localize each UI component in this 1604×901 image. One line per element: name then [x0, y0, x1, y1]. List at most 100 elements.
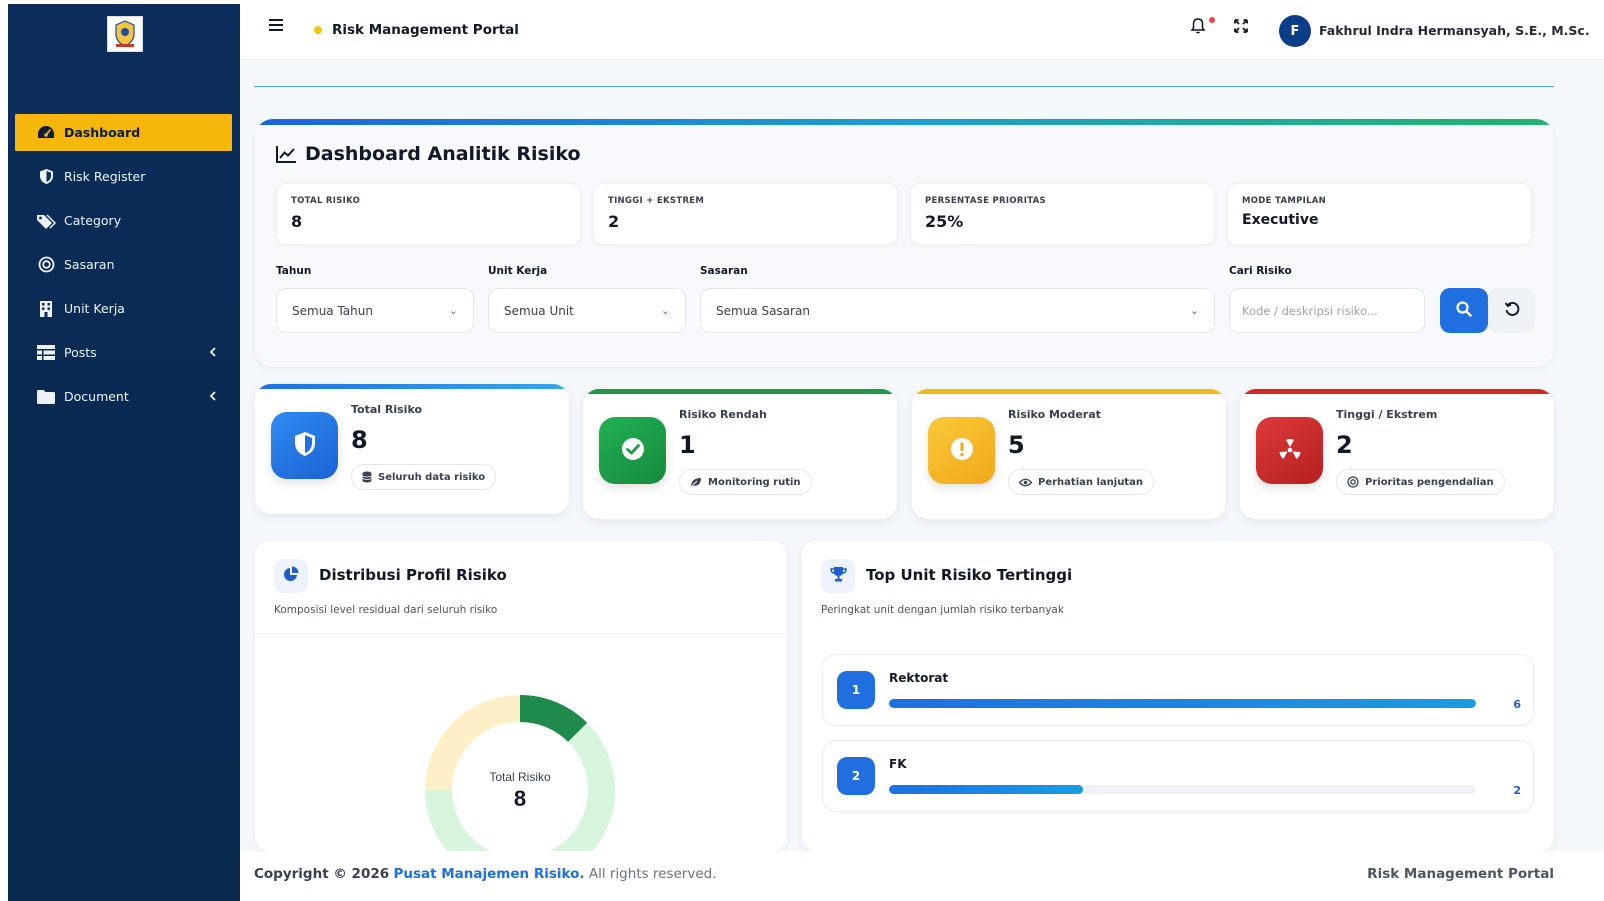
copyright-prefix: Copyright © 2026 [254, 866, 390, 882]
tahun-select[interactable]: Semua Tahun ⌄ [276, 288, 474, 333]
sidebar-item-document[interactable]: Document [15, 378, 232, 415]
reset-button[interactable] [1488, 288, 1535, 333]
chevron-down-icon: ⌄ [660, 304, 670, 317]
pie-chart-icon [283, 566, 299, 586]
bullseye-icon [1347, 476, 1359, 488]
list-item[interactable]: 1 Rektorat 6 [822, 654, 1534, 726]
sidebar-item-posts[interactable]: Posts [15, 334, 232, 371]
sidebar-item-label: Dashboard [64, 125, 141, 140]
kpi-chip-text: Seluruh data risiko [378, 471, 486, 483]
building-icon [36, 300, 56, 318]
eye-icon [1019, 478, 1032, 487]
search-label: Cari Risiko [1229, 265, 1292, 277]
panel-subtitle: Komposisi level residual dari seluruh ri… [274, 604, 498, 616]
progress-fill [889, 785, 1083, 794]
kpi-value: 5 [1008, 431, 1025, 459]
user-name[interactable]: Fakhrul Indra Hermansyah, S.E., M.Sc. [1319, 23, 1590, 38]
leaf-icon [690, 477, 702, 488]
dashboard-hero-card: Dashboard Analitik Risiko TOTAL RISIKO 8… [255, 119, 1554, 367]
rank-badge: 2 [837, 757, 875, 795]
copyright-suffix: All rights reserved. [588, 866, 717, 882]
status-dot [314, 26, 322, 34]
folder-icon [36, 388, 56, 406]
sidebar-item-sasaran[interactable]: Sasaran [15, 246, 232, 283]
kpi-name: Tinggi / Ekstrem [1336, 408, 1438, 421]
distribution-donut-chart: Total Risiko 8 [425, 695, 615, 851]
sidebar-item-label: Document [64, 389, 129, 404]
hero-accent-bar [255, 119, 1554, 125]
kpi-chip: Monitoring rutin [679, 469, 812, 495]
sidebar-nav: Dashboard Risk Register Category Sasaran… [15, 114, 232, 422]
chevron-down-icon: ⌄ [448, 304, 458, 317]
panel-title: Distribusi Profil Risiko [319, 566, 507, 584]
unit-select[interactable]: Semua Unit ⌄ [488, 288, 686, 333]
panel-icon [274, 559, 308, 593]
unit-count: 2 [1513, 784, 1521, 797]
kpi-value: 2 [1336, 431, 1353, 459]
kpi-icon-tile [928, 417, 995, 484]
gauge-icon [36, 124, 56, 142]
search-input[interactable] [1242, 303, 1412, 318]
panel-title: Top Unit Risiko Tertinggi [866, 566, 1073, 584]
search-icon [1456, 300, 1472, 321]
top-bar: Risk Management Portal F Fakhrul Indra H… [240, 0, 1604, 60]
kpi-card-total-risiko: Total Risiko 8 Seluruh data risiko [255, 384, 569, 514]
sidebar-item-label: Posts [64, 345, 97, 360]
kpi-chip: Perhatian lanjutan [1008, 469, 1154, 495]
sasaran-select[interactable]: Semua Sasaran ⌄ [700, 288, 1215, 333]
sidebar-item-risk-register[interactable]: Risk Register [15, 158, 232, 195]
kpi-name: Risiko Rendah [679, 408, 767, 421]
sidebar-item-category[interactable]: Category [15, 202, 232, 239]
stat-label: TINGGI + EKSTREM [608, 196, 705, 206]
stat-persentase-prioritas: PERSENTASE PRIORITAS 25% [910, 183, 1215, 245]
donut-center-label: Total Risiko [489, 770, 551, 784]
unit-count: 6 [1513, 698, 1521, 711]
exclamation-circle-icon [949, 436, 975, 466]
stat-tinggi-ekstrem: TINGGI + EKSTREM 2 [593, 183, 898, 245]
org-link[interactable]: Pusat Manajemen Risiko. [393, 866, 584, 882]
kpi-chip: Seluruh data risiko [351, 464, 497, 490]
footer-brand: Risk Management Portal [1367, 866, 1554, 882]
search-field[interactable] [1229, 288, 1425, 333]
filter-sasaran-label: Sasaran [700, 265, 748, 277]
reset-icon [1504, 301, 1520, 321]
sidebar-item-label: Sasaran [64, 257, 115, 272]
kpi-icon-tile [271, 412, 338, 479]
search-button[interactable] [1440, 288, 1488, 333]
kpi-chip-text: Perhatian lanjutan [1038, 476, 1143, 488]
bell-icon[interactable] [1190, 17, 1206, 39]
unit-name: Rektorat [889, 671, 949, 685]
sidebar: Dashboard Risk Register Category Sasaran… [8, 4, 240, 901]
fullscreen-icon[interactable] [1233, 18, 1249, 38]
hamburger-menu-icon[interactable] [269, 17, 285, 36]
progress-fill [889, 699, 1476, 708]
database-icon [362, 471, 372, 483]
stat-total-risiko: TOTAL RISIKO 8 [276, 183, 581, 245]
trophy-icon [829, 566, 847, 586]
kpi-icon-tile [1256, 417, 1323, 484]
shield-icon [293, 430, 317, 462]
kpi-icon-tile [599, 417, 666, 484]
avatar[interactable]: F [1279, 15, 1311, 47]
app-logo[interactable] [107, 16, 143, 52]
stat-label: TOTAL RISIKO [291, 196, 361, 206]
notification-dot [1209, 17, 1215, 23]
unit-select-value: Semua Unit [504, 303, 574, 318]
portal-title: Risk Management Portal [332, 22, 519, 38]
sidebar-item-unit-kerja[interactable]: Unit Kerja [15, 290, 232, 327]
list-item[interactable]: 2 FK 2 [822, 740, 1534, 812]
chevron-left-icon [209, 345, 216, 360]
sidebar-item-dashboard[interactable]: Dashboard [15, 114, 232, 151]
panel-icon [821, 559, 855, 593]
footer: Copyright © 2026 Pusat Manajemen Risiko.… [240, 851, 1604, 901]
page-title: Dashboard Analitik Risiko [276, 143, 581, 165]
distribution-panel: Distribusi Profil Risiko Komposisi level… [255, 541, 787, 851]
page-title-text: Dashboard Analitik Risiko [305, 143, 581, 165]
panel-subtitle: Peringkat unit dengan jumlah risiko terb… [821, 604, 1064, 616]
rank-badge: 1 [837, 671, 875, 709]
shield-icon [36, 168, 56, 186]
tags-icon [36, 212, 56, 230]
donut-center-value: 8 [514, 786, 526, 811]
kpi-accent [912, 389, 1226, 394]
tahun-select-value: Semua Tahun [292, 303, 373, 318]
